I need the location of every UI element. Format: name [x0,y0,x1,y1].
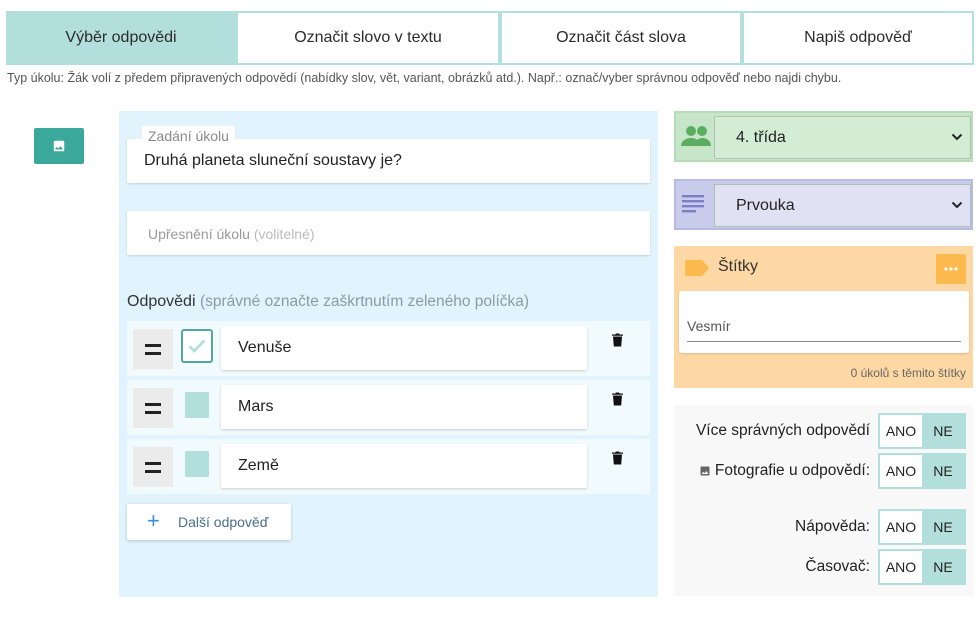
tab-napis-odpoved[interactable]: Napiš odpověď [742,11,974,65]
add-answer-button[interactable]: + Další odpověď [127,504,291,540]
answer-text[interactable]: Země [238,457,279,475]
plus-icon: + [147,508,160,533]
task-detail-placeholder: Upřesnění úkolu (volitelné) [148,226,315,242]
answer-text[interactable]: Mars [238,398,274,416]
drag-handle-icon[interactable] [133,388,173,428]
settings-panel: Více správných odpovědí ANO NE Fotografi… [674,405,973,596]
answer-row: Země [127,439,650,494]
setting-multiple-answers: Více správných odpovědí ANO NE [696,413,966,449]
setting-answer-photos: Fotografie u odpovědí: ANO NE [699,453,966,489]
yes-no-toggle: ANO NE [878,509,966,545]
more-options-button[interactable] [936,254,966,284]
toggle-no[interactable]: NE [922,455,964,487]
setting-label: Nápověda: [795,518,870,535]
subject-selector: Prvouka [674,179,973,230]
grade-select[interactable]: 4. třída [714,116,971,159]
correct-checkbox[interactable] [185,451,209,477]
setting-hint: Nápověda: ANO NE [795,509,966,545]
toggle-yes[interactable]: ANO [880,415,922,447]
task-detail-input[interactable]: Upřesnění úkolu (volitelné) [127,211,650,255]
task-input-value[interactable]: Druhá planeta sluneční soustavy je? [144,152,402,170]
correct-checkbox[interactable] [181,329,213,363]
yes-no-toggle: ANO NE [878,453,966,489]
add-answer-label: Další odpověď [178,514,269,530]
toggle-yes[interactable]: ANO [880,551,922,583]
toggle-no[interactable]: NE [922,511,964,543]
setting-label: Fotografie u odpovědí: [699,462,870,480]
setting-label: Časovač: [805,558,870,575]
task-input-label: Zadání úkolu [142,126,235,146]
task-type-tabs: Výběr odpovědi Označit slovo v textu Ozn… [6,11,974,65]
trash-icon[interactable] [612,451,623,470]
subject-select[interactable]: Prvouka [714,184,971,227]
drag-handle-icon[interactable] [133,329,173,369]
yes-no-toggle: ANO NE [878,413,966,449]
correct-checkbox[interactable] [185,392,209,418]
toggle-no[interactable]: NE [922,551,964,583]
tag-icon [685,260,709,276]
answer-text[interactable]: Venuše [238,339,291,357]
tags-panel: Štítky Vesmír 0 úkolů s těmito štítky [674,246,973,388]
add-image-button[interactable] [34,128,84,164]
tab-oznacit-slovo[interactable]: Označit slovo v textu [236,11,500,65]
answers-heading: Odpovědi (správné označte zaškrtnutím ze… [127,293,530,310]
more-icon [944,267,958,271]
yes-no-toggle: ANO NE [878,549,966,585]
answer-row: Venuše [127,321,650,376]
list-icon [682,195,704,213]
tab-oznacit-cast-slova[interactable]: Označit část slova [500,11,742,65]
setting-timer: Časovač: ANO NE [805,549,966,585]
task-type-hint: Typ úkolu: Žák volí z předem připravenýc… [7,71,842,85]
chevron-down-icon [951,201,963,209]
setting-label: Více správných odpovědí [695,422,870,439]
tags-title: Štítky [718,258,759,275]
check-icon [188,339,206,354]
tags-box: Vesmír [679,291,969,353]
trash-icon[interactable] [612,392,623,411]
answer-row: Mars [127,380,650,435]
tags-input[interactable]: Vesmír [687,316,961,342]
drag-handle-icon[interactable] [133,447,173,487]
toggle-yes[interactable]: ANO [880,455,922,487]
people-icon [681,126,711,146]
tags-count: 0 úkolů s těmito štítky [850,366,966,380]
answer-input[interactable]: Mars [221,385,587,429]
toggle-yes[interactable]: ANO [880,511,922,543]
answer-input[interactable]: Venuše [221,326,587,370]
toggle-no[interactable]: NE [922,415,964,447]
image-icon [700,466,710,476]
image-icon [53,140,65,152]
grade-selector: 4. třída [674,111,973,162]
answer-input[interactable]: Země [221,444,587,488]
tab-vyber-odpovedi[interactable]: Výběr odpovědi [6,11,236,65]
chevron-down-icon [951,133,963,141]
trash-icon[interactable] [612,333,623,352]
task-editor-panel: Druhá planeta sluneční soustavy je? Zadá… [119,111,658,597]
